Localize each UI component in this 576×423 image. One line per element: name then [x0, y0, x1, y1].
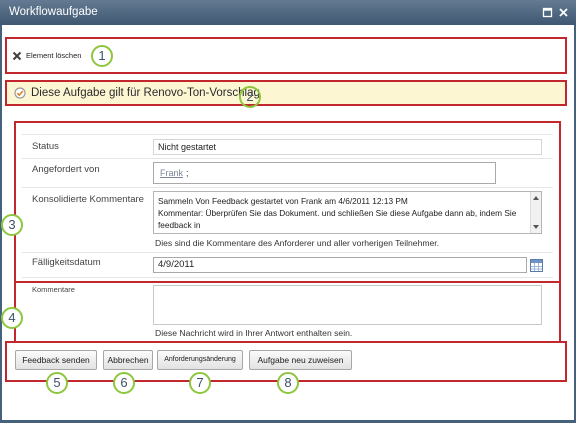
status-label: Status — [32, 141, 59, 152]
delete-item-label: Element löschen — [26, 51, 82, 60]
delete-x-icon — [12, 51, 22, 61]
requested-by-label: Angefordert von — [32, 164, 100, 175]
workflow-task-dialog: Workflowaufgabe Element löschen Diese Au… — [0, 0, 576, 423]
form-row-divider — [22, 134, 553, 135]
comments-label: Kommentare — [32, 285, 75, 294]
form-row-divider — [22, 158, 553, 159]
callout-7: 7 — [189, 372, 211, 394]
task-check-icon — [14, 87, 26, 99]
close-icon[interactable] — [558, 7, 569, 18]
callout-3: 3 — [1, 214, 23, 236]
comments-textarea[interactable] — [153, 285, 542, 325]
title-bar: Workflowaufgabe — [0, 0, 576, 25]
due-date-label: Fälligkeitsdatum — [32, 257, 101, 268]
callout-8: 8 — [277, 372, 299, 394]
send-feedback-button[interactable]: Feedback senden — [15, 350, 97, 370]
callout-6: 6 — [113, 372, 135, 394]
callout-1: 1 — [91, 45, 113, 67]
due-date-input[interactable]: 4/9/2011 — [153, 257, 527, 273]
requested-by-user-link[interactable]: Frank — [160, 168, 183, 178]
form-row-divider — [22, 187, 553, 188]
comments-scrollbar[interactable] — [530, 192, 541, 233]
delete-item-button[interactable]: Element löschen — [12, 50, 81, 62]
dialog-title: Workflowaufgabe — [9, 6, 98, 18]
status-value: Nicht gestartet — [153, 139, 542, 155]
reassign-task-button[interactable]: Aufgabe neu zuweisen — [249, 350, 352, 370]
callout-5: 5 — [46, 372, 68, 394]
callout-4: 4 — [1, 307, 23, 329]
maximize-icon[interactable] — [542, 7, 553, 18]
banner-text: Diese Aufgabe gilt für Renovo-Ton-Vorsch… — [31, 87, 260, 99]
cancel-button[interactable]: Abbrechen — [103, 350, 153, 370]
requested-by-people-picker[interactable]: Frank; — [153, 162, 496, 184]
status-banner: Diese Aufgabe gilt für Renovo-Ton-Vorsch… — [7, 82, 565, 104]
comments-hint: Diese Nachricht wird in Ihrer Antwort en… — [155, 328, 353, 338]
form-row-divider — [22, 277, 553, 278]
consolidated-comments-hint: Dies sind die Kommentare des Anforderer … — [155, 238, 440, 248]
people-picker-separator: ; — [186, 168, 189, 178]
scroll-up-arrow-icon[interactable] — [533, 196, 539, 200]
callout-2: 2 — [239, 86, 261, 108]
comment-line: feedback in — [158, 220, 201, 230]
form-row-divider — [22, 252, 553, 253]
request-change-button[interactable]: Anforderungsänderung — [157, 350, 243, 370]
comment-line: Sammeln Von Feedback gestartet von Frank… — [158, 196, 408, 206]
consolidated-comments-box[interactable]: Sammeln Von Feedback gestartet von Frank… — [153, 191, 542, 234]
consolidated-comments-label: Konsolidierte Kommentare — [32, 194, 144, 205]
highlight-box-ribbon — [5, 37, 567, 74]
scroll-down-arrow-icon[interactable] — [533, 225, 539, 229]
comment-line: Kommentar: Überprüfen Sie das Dokument. … — [158, 208, 517, 218]
calendar-icon[interactable] — [530, 258, 543, 272]
